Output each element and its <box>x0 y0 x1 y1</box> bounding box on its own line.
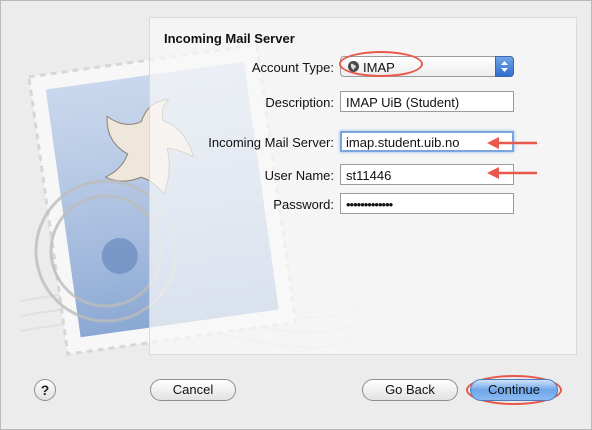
continue-button[interactable]: Continue <box>470 379 558 401</box>
annotation-arrow-icon <box>487 137 537 149</box>
password-field[interactable]: ••••••••••••• <box>340 193 514 214</box>
description-row: Description: IMAP UiB (Student) <box>150 91 578 113</box>
server-label: Incoming Mail Server: <box>208 135 334 150</box>
account-type-label: Account Type: <box>251 60 334 75</box>
setup-window: Incoming Mail Server Account Type: IMAP … <box>0 0 592 430</box>
password-label: Password: <box>273 197 334 212</box>
password-row: Password: ••••••••••••• <box>150 193 578 215</box>
help-icon[interactable]: ? <box>34 379 56 401</box>
description-field[interactable]: IMAP UiB (Student) <box>340 91 514 112</box>
popup-stepper-icon <box>495 56 514 77</box>
account-type-annotation-ring <box>339 51 423 77</box>
panel-title: Incoming Mail Server <box>164 31 295 46</box>
username-label: User Name: <box>264 168 334 183</box>
annotation-arrow-icon <box>487 167 537 179</box>
go-back-button[interactable]: Go Back <box>362 379 458 401</box>
cancel-button[interactable]: Cancel <box>150 379 236 401</box>
description-label: Description: <box>265 95 334 110</box>
